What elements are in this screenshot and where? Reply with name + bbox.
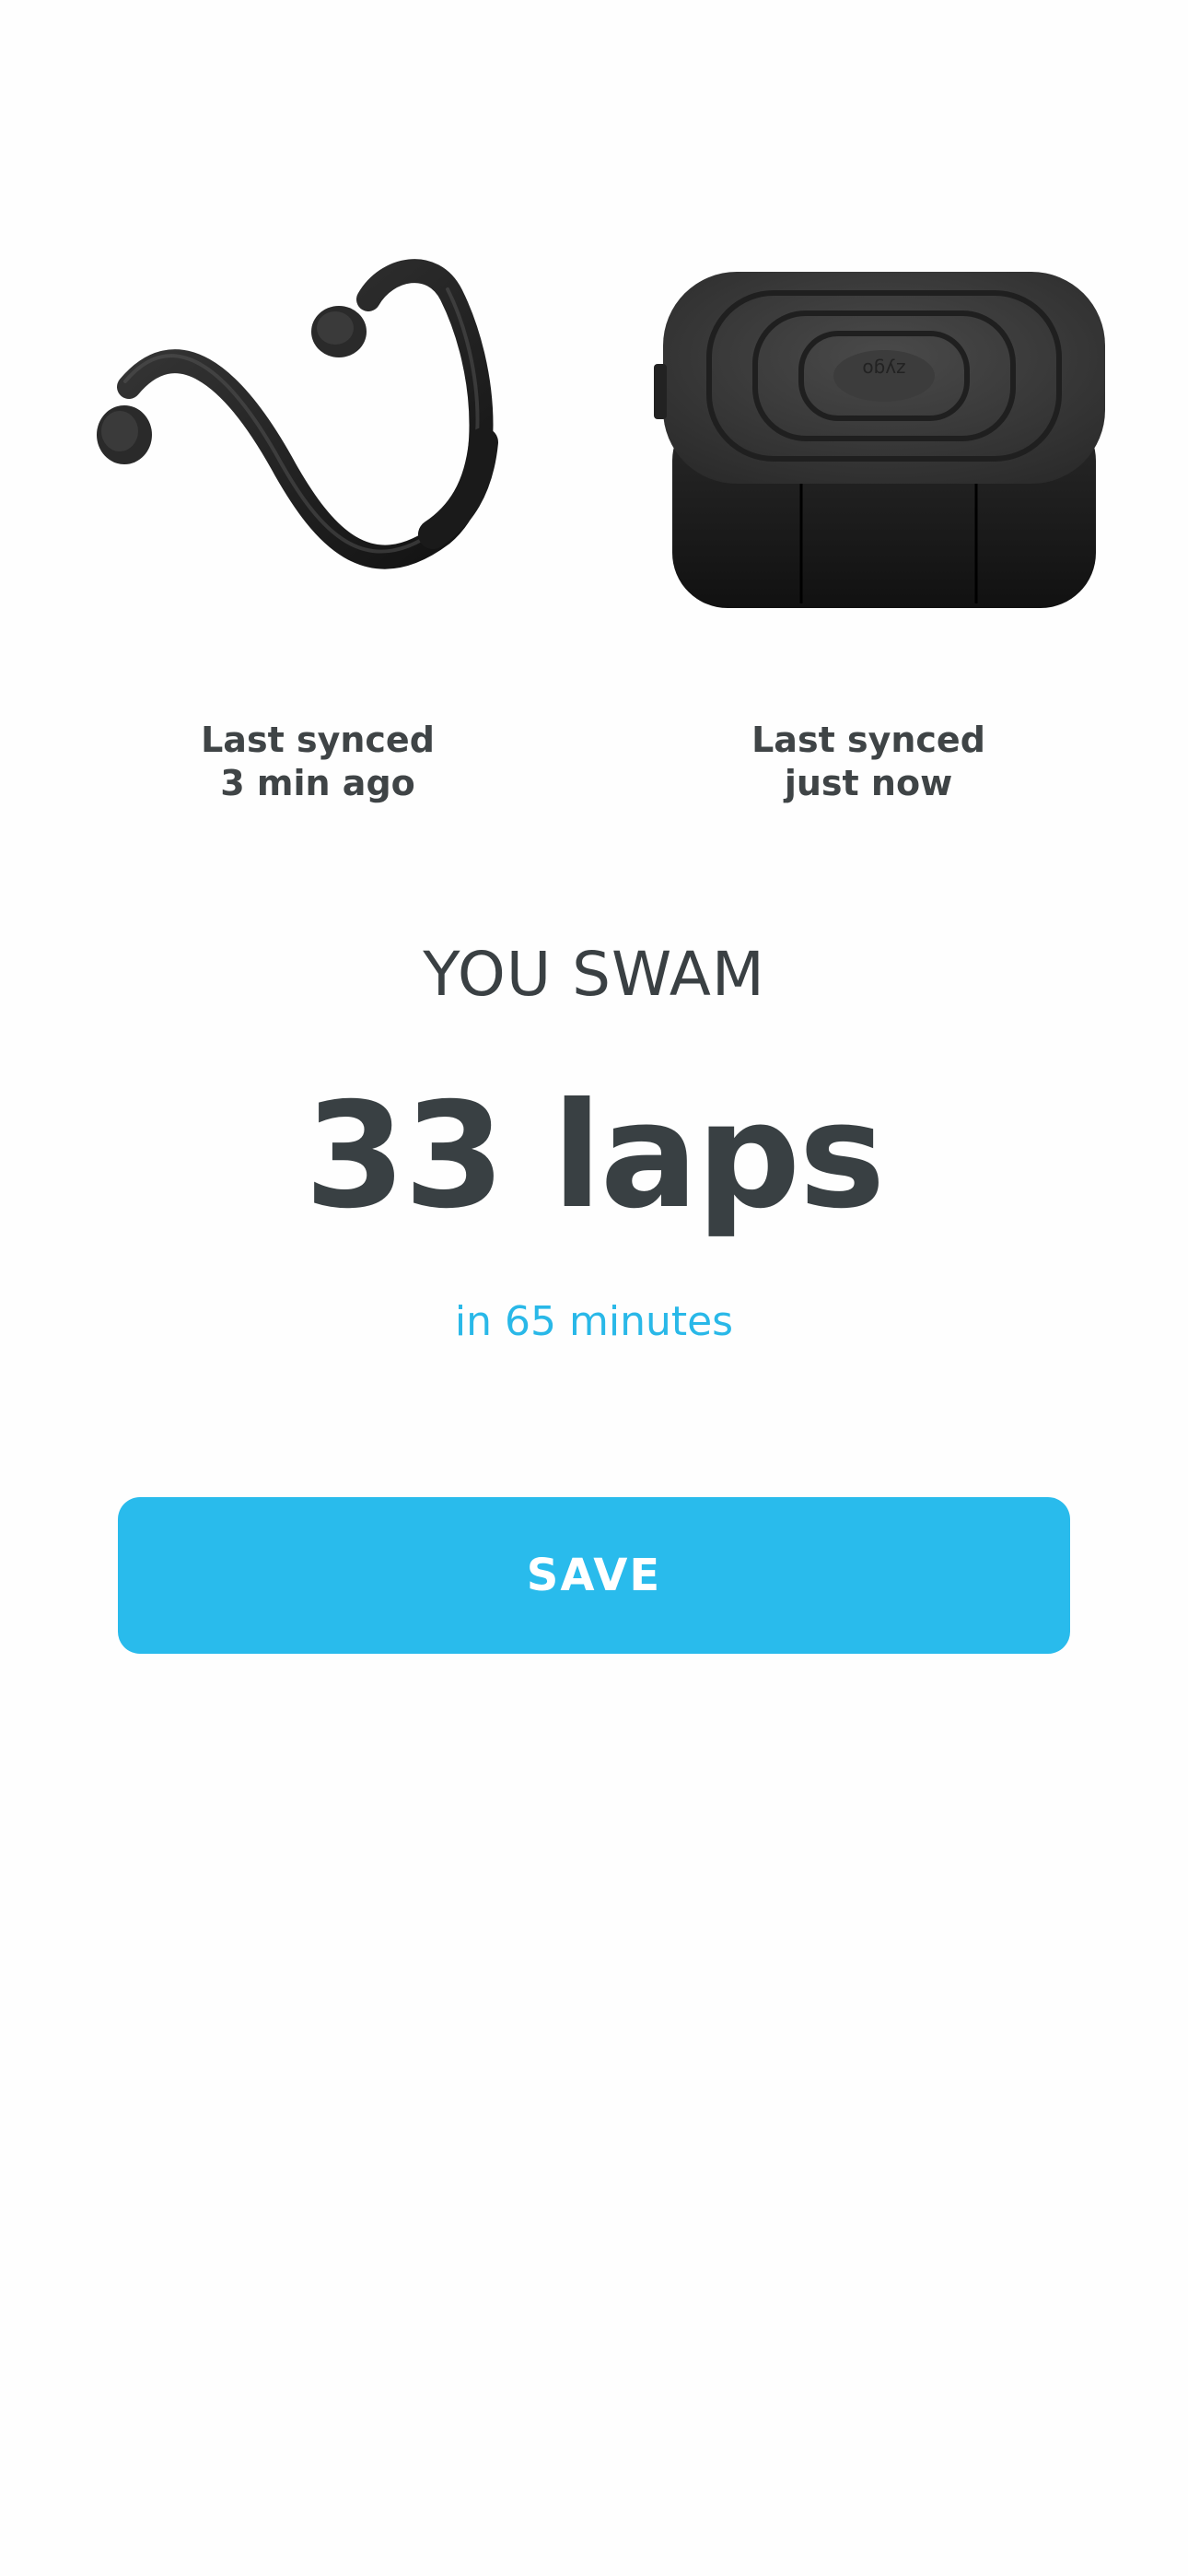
save-button[interactable]: SAVE [118,1497,1070,1654]
laps-count: 33 laps [304,1071,886,1241]
swim-duration: in 65 minutes [454,1298,734,1345]
summary-title: YOU SWAM [423,939,765,1010]
charging-pod-icon: zygo [654,258,1114,626]
brand-mark: zygo [862,358,905,381]
sync-label-line2: 3 min ago [220,763,415,803]
sync-label-line2: just now [784,763,953,803]
headphones-sync-status: Last synced 3 min ago [124,719,511,805]
sync-label-line1: Last synced [201,720,435,760]
pod-sync-status: Last synced just now [675,719,1062,805]
sync-label-line1: Last synced [751,720,985,760]
headphones-icon [92,258,516,626]
